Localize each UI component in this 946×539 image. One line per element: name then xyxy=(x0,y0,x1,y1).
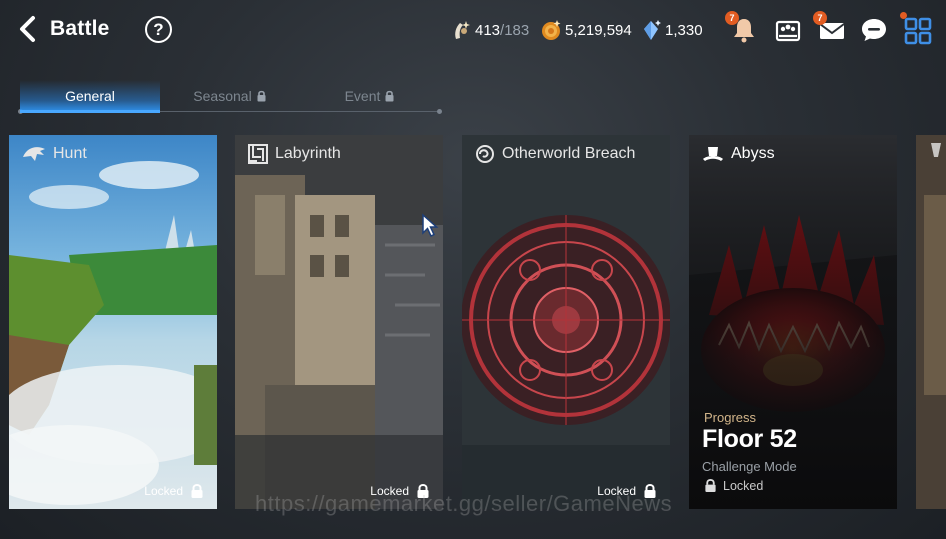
stamina-current: 413 xyxy=(475,21,501,39)
labyrinth-artwork xyxy=(235,135,443,509)
crystal-amount: 1,330 xyxy=(665,21,703,39)
watermark-text: https://gamemarket.gg/seller/GameNews xyxy=(255,491,673,516)
mode-card-labyrinth[interactable]: Labyrinth Locked xyxy=(235,135,443,509)
crystal-icon xyxy=(644,20,661,40)
gold-counter[interactable]: 5,219,594 xyxy=(540,18,632,42)
tab-general[interactable]: General xyxy=(20,80,160,113)
help-icon[interactable]: ? xyxy=(145,16,172,43)
notification-badge: 7 xyxy=(725,11,739,25)
lock-icon xyxy=(191,484,203,498)
mode-card-next-partial[interactable] xyxy=(916,135,946,509)
card-title-abyss: Abyss xyxy=(701,143,775,165)
hat-icon xyxy=(703,147,723,161)
abyss-floor: Floor 52 xyxy=(702,425,797,453)
main-menu-button[interactable] xyxy=(900,12,934,46)
lock-icon xyxy=(385,90,394,102)
tab-event-label: Event xyxy=(344,88,381,104)
mail-badge: 7 xyxy=(813,11,827,25)
mode-card-otherworld-breach[interactable]: Otherworld Breach Locked xyxy=(462,135,670,509)
guild-icon xyxy=(775,20,801,42)
mouse-cursor-icon xyxy=(422,213,439,238)
card-title-labyrinth: Labyrinth xyxy=(247,143,341,165)
next-card-artwork xyxy=(916,135,946,509)
portal-icon xyxy=(476,145,494,163)
menu-dot-badge xyxy=(900,12,907,19)
crystal-counter[interactable]: 1,330 xyxy=(642,18,703,42)
back-arrow-icon[interactable] xyxy=(14,14,44,44)
chat-button[interactable] xyxy=(858,14,890,46)
tab-event[interactable]: Event xyxy=(300,80,440,112)
mail-button[interactable]: 7 xyxy=(813,11,848,46)
mode-card-abyss[interactable]: Abyss Progress Floor 52 Challenge Mode L… xyxy=(689,135,897,509)
lock-icon xyxy=(705,479,716,492)
stamina-counter[interactable]: 413 /183 xyxy=(450,18,529,42)
gold-coin-icon xyxy=(542,20,561,40)
abyss-mode: Challenge Mode xyxy=(702,459,797,474)
card-title-hunt: Hunt xyxy=(21,143,87,165)
hunt-artwork xyxy=(9,135,217,509)
gold-amount: 5,219,594 xyxy=(565,21,632,39)
tab-seasonal-label: Seasonal xyxy=(193,88,252,104)
page-title: Battle xyxy=(50,17,110,40)
lock-icon xyxy=(257,90,266,102)
abyss-progress-label: Progress xyxy=(704,410,757,425)
guild-button[interactable] xyxy=(772,14,804,46)
battle-tabs: General Seasonal Event xyxy=(18,80,442,114)
stamina-max: /183 xyxy=(500,21,530,39)
dragon-icon xyxy=(23,147,45,161)
top-bar: Battle ? 413 /183 5,219,594 1,330 7 7 xyxy=(0,0,946,60)
chat-icon xyxy=(862,19,886,41)
notification-button[interactable]: 7 xyxy=(725,11,760,46)
tab-general-label: General xyxy=(65,88,115,104)
stamina-icon xyxy=(455,21,470,39)
card-status-hunt: Locked xyxy=(144,483,204,499)
maze-icon xyxy=(248,144,268,164)
card-title-otherworld-breach: Otherworld Breach xyxy=(474,143,635,165)
otherworld-breach-artwork xyxy=(462,135,670,509)
tab-seasonal[interactable]: Seasonal xyxy=(160,80,300,112)
card-status-abyss: Locked xyxy=(704,478,763,493)
mode-card-hunt[interactable]: Hunt Locked xyxy=(9,135,217,509)
menu-grid-icon xyxy=(904,17,932,45)
